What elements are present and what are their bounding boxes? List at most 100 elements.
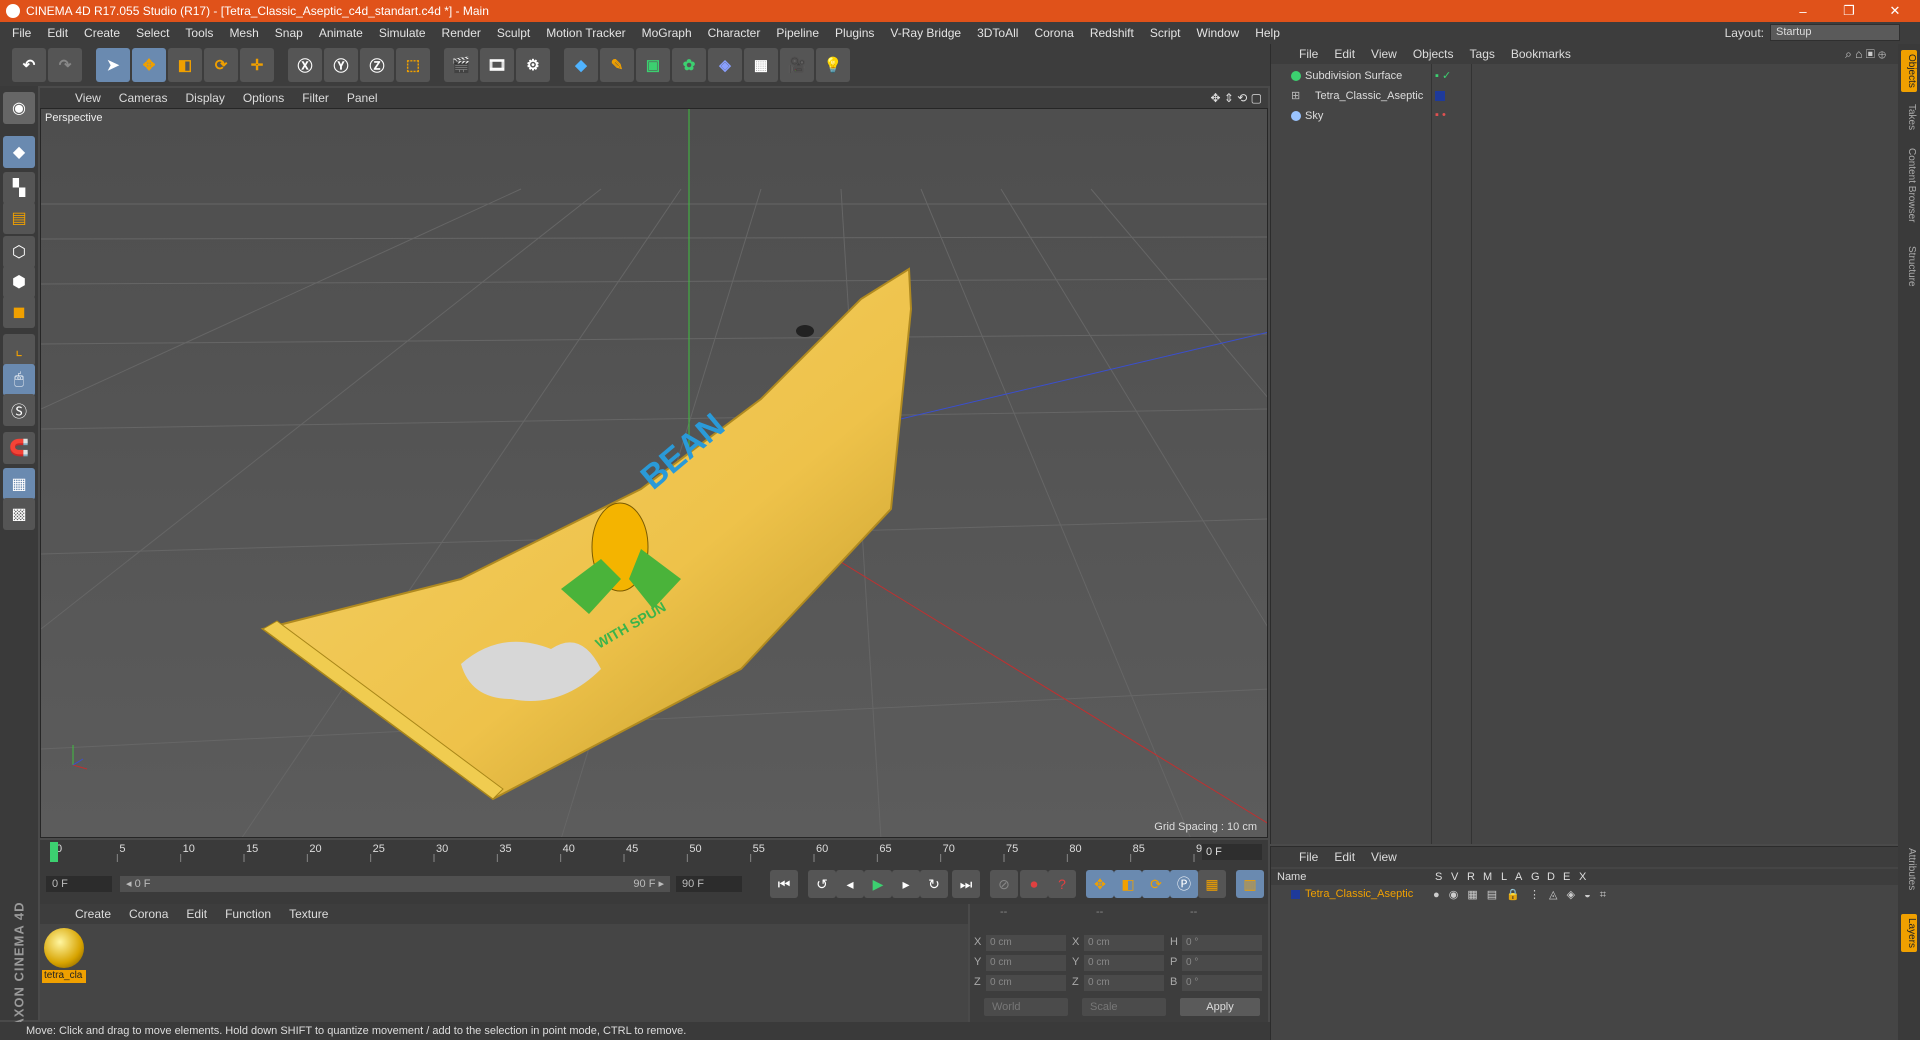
menu-file[interactable]: File xyxy=(4,26,39,40)
layout-dropdown[interactable]: Startup xyxy=(1770,24,1900,41)
menu-create[interactable]: Create xyxy=(76,26,128,40)
menu-mograph[interactable]: MoGraph xyxy=(634,26,700,40)
key-scale-icon[interactable]: ◧ xyxy=(1114,870,1142,898)
tab-layers[interactable]: Layers xyxy=(1901,914,1917,953)
playhead-marker[interactable] xyxy=(50,842,58,862)
viewport-menu-display[interactable]: Display xyxy=(176,91,233,105)
object-name[interactable]: Sky xyxy=(1305,110,1323,122)
texture-mode-icon[interactable]: ▚ xyxy=(3,172,35,204)
array-icon[interactable]: ✿ xyxy=(672,48,706,82)
layer-col-animation[interactable]: A xyxy=(1515,871,1522,883)
object-name[interactable]: Tetra_Classic_Aseptic xyxy=(1315,90,1423,102)
key-rotation-icon[interactable]: ⟳ xyxy=(1142,870,1170,898)
layer-col-expressions[interactable]: E xyxy=(1563,871,1570,883)
material-menu-edit[interactable]: Edit xyxy=(177,907,216,921)
undo-icon[interactable]: ↶ xyxy=(12,48,46,82)
model-mode-icon[interactable]: ◆ xyxy=(3,136,35,168)
material-menu-corona[interactable]: Corona xyxy=(120,907,177,921)
layer-col-xref[interactable]: X xyxy=(1579,871,1586,883)
menu-help[interactable]: Help xyxy=(1247,26,1288,40)
light-icon[interactable]: 💡 xyxy=(816,48,850,82)
deformer-icon[interactable]: ◈ xyxy=(708,48,742,82)
play-forward-icon[interactable]: ▶ xyxy=(864,870,892,898)
layer-menu-edit[interactable]: Edit xyxy=(1326,850,1363,864)
viewport-nav-icons[interactable]: ✥ ⇕ ⟲ ▢ xyxy=(1210,91,1262,105)
restore-button[interactable]: ❐ xyxy=(1826,0,1872,22)
layer-col-view[interactable]: V xyxy=(1451,871,1458,883)
object-menu-edit[interactable]: Edit xyxy=(1326,47,1363,61)
current-frame-field[interactable]: 0 F xyxy=(1202,844,1262,860)
key-pla-icon[interactable]: ▦ xyxy=(1198,870,1226,898)
start-frame-field[interactable]: 0 F xyxy=(46,876,112,892)
menu-tools[interactable]: Tools xyxy=(177,26,221,40)
scale-tool-icon[interactable]: ◧ xyxy=(168,48,202,82)
record-keys-icon[interactable]: ⊘ xyxy=(990,870,1018,898)
object-name[interactable]: Subdivision Surface xyxy=(1305,70,1402,82)
menu-script[interactable]: Script xyxy=(1142,26,1189,40)
render-settings-icon[interactable]: ⚙ xyxy=(516,48,550,82)
menu-animate[interactable]: Animate xyxy=(311,26,371,40)
layer-col-name[interactable]: Name xyxy=(1277,871,1306,883)
render-picture-viewer-icon[interactable]: 🎞 xyxy=(480,48,514,82)
menu-edit[interactable]: Edit xyxy=(39,26,76,40)
size-z-field[interactable]: 0 cm xyxy=(1084,975,1164,991)
size-y-field[interactable]: 0 cm xyxy=(1084,955,1164,971)
next-key-icon[interactable]: ↻ xyxy=(920,870,948,898)
viewport-menu-filter[interactable]: Filter xyxy=(293,91,338,105)
viewport-menu-options[interactable]: Options xyxy=(234,91,293,105)
x-axis-lock-icon[interactable]: Ⓧ xyxy=(288,48,322,82)
layer-col-deformers[interactable]: D xyxy=(1547,871,1555,883)
menu-vray-bridge[interactable]: V-Ray Bridge xyxy=(882,26,969,40)
layer-menu-view[interactable]: View xyxy=(1363,850,1405,864)
rotation-p-field[interactable]: 0 ° xyxy=(1182,955,1262,971)
key-parameter-icon[interactable]: Ⓟ xyxy=(1170,870,1198,898)
rotate-tool-icon[interactable]: ⟳ xyxy=(204,48,238,82)
object-menu-tags[interactable]: Tags xyxy=(1462,47,1503,61)
tab-objects[interactable]: Objects xyxy=(1901,50,1917,92)
layer-col-manager[interactable]: M xyxy=(1483,871,1492,883)
layer-name[interactable]: Tetra_Classic_Aseptic xyxy=(1305,888,1413,900)
go-to-start-icon[interactable]: ⏮ xyxy=(770,870,798,898)
autokey-icon[interactable]: ⏺ xyxy=(1020,870,1048,898)
viewport-menu-cameras[interactable]: Cameras xyxy=(110,91,177,105)
position-x-field[interactable]: 0 cm xyxy=(986,935,1066,951)
object-row-subdivision-surface[interactable]: Subdivision Surface ▪ ✓ xyxy=(1271,66,1899,86)
material-swatch[interactable] xyxy=(44,928,84,968)
keyframe-selection-icon[interactable]: ? xyxy=(1048,870,1076,898)
timeline-window-icon[interactable]: ▥ xyxy=(1236,870,1264,898)
selection-arrow-icon[interactable]: ➤ xyxy=(96,48,130,82)
close-button[interactable]: ✕ xyxy=(1872,0,1918,22)
minimize-button[interactable]: – xyxy=(1780,0,1826,22)
visibility-dot-icon[interactable]: ▪ • xyxy=(1435,109,1446,121)
object-menu-bookmarks[interactable]: Bookmarks xyxy=(1503,47,1579,61)
floor-icon[interactable]: ▦ xyxy=(744,48,778,82)
menu-snap[interactable]: Snap xyxy=(267,26,311,40)
z-axis-lock-icon[interactable]: Ⓩ xyxy=(360,48,394,82)
menu-simulate[interactable]: Simulate xyxy=(371,26,434,40)
end-frame-field[interactable]: 90 F xyxy=(676,876,742,892)
tab-structure[interactable]: Structure xyxy=(1901,242,1917,291)
make-editable-icon[interactable]: ◉ xyxy=(3,92,35,124)
move-tool-icon[interactable]: ✥ xyxy=(132,48,166,82)
material-menu-texture[interactable]: Texture xyxy=(280,907,337,921)
enabled-check-icon[interactable]: ▪ ✓ xyxy=(1435,69,1451,82)
workplane-icon[interactable]: ▤ xyxy=(3,202,35,234)
apply-button[interactable]: Apply xyxy=(1180,998,1260,1016)
coordinate-system-dropdown[interactable]: World xyxy=(984,998,1068,1016)
rotation-b-field[interactable]: 0 ° xyxy=(1182,975,1262,991)
viewport-menu-panel[interactable]: Panel xyxy=(338,91,387,105)
tab-attributes[interactable]: Attributes xyxy=(1901,844,1917,894)
y-axis-lock-icon[interactable]: Ⓨ xyxy=(324,48,358,82)
menu-pipeline[interactable]: Pipeline xyxy=(768,26,827,40)
object-menu-objects[interactable]: Objects xyxy=(1405,47,1462,61)
redo-icon[interactable]: ↷ xyxy=(48,48,82,82)
subdivision-surface-icon[interactable]: ▣ xyxy=(636,48,670,82)
layer-col-locked[interactable]: L xyxy=(1501,871,1507,883)
layer-toggle-icons[interactable]: ● ◉ ▦ ▤ 🔒 ⋮ ◬ ◈ ◒ ⌗ xyxy=(1433,888,1609,902)
object-manager-nav-icons[interactable]: ⌕ ⌂ ▣ ⊕ xyxy=(1845,47,1886,62)
edges-mode-icon[interactable]: ⬢ xyxy=(3,266,35,298)
menu-redshift[interactable]: Redshift xyxy=(1082,26,1142,40)
pen-spline-icon[interactable]: ✎ xyxy=(600,48,634,82)
next-frame-icon[interactable]: ▸ xyxy=(892,870,920,898)
position-z-field[interactable]: 0 cm xyxy=(986,975,1066,991)
